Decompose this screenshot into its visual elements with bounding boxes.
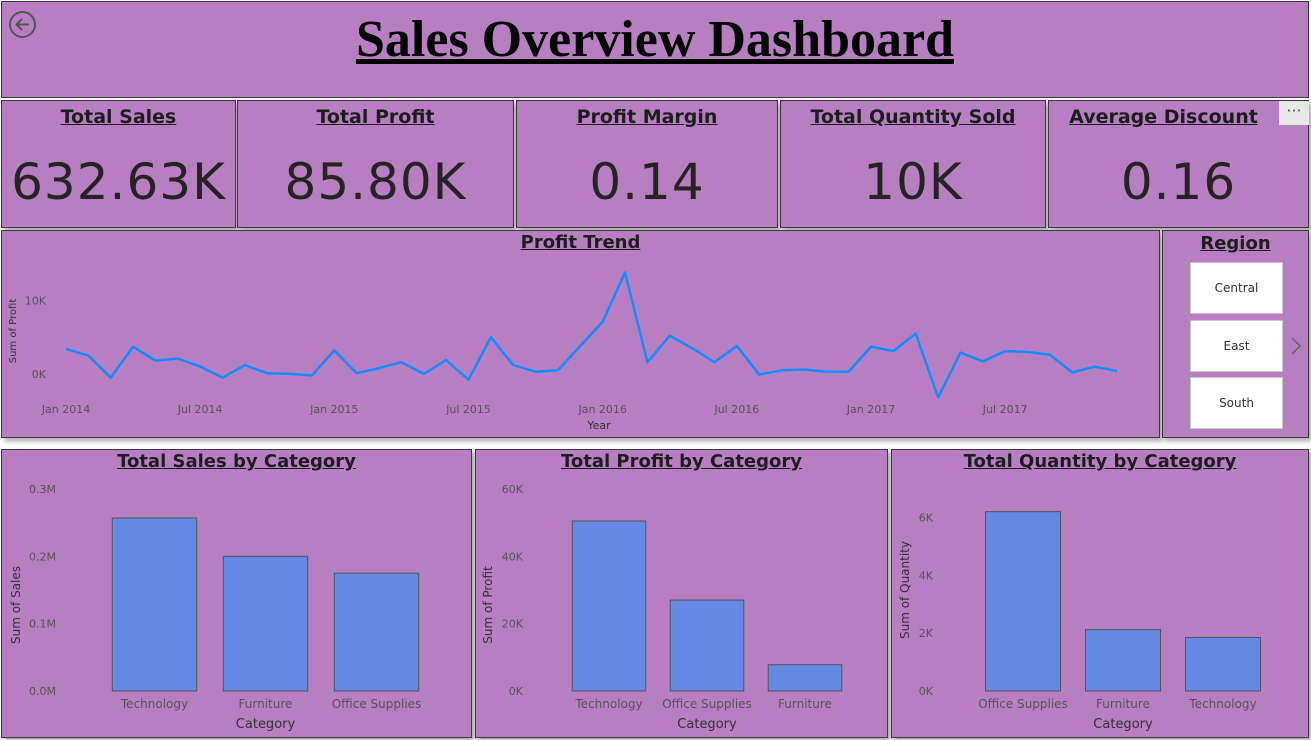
- bar: [985, 511, 1061, 692]
- bar: [333, 572, 420, 692]
- profit-trend-svg: 0K 10K Jan 2014 Jul 2014 Jan 2015 Jul 2015 Jan…: [8, 271, 1118, 432]
- profit-by-category-chart[interactable]: Total Profit by Category 0K 20K 40K 60K Sum …: [475, 449, 888, 738]
- kpi-title: Total Quantity Sold: [810, 106, 1016, 128]
- kpi-value: 10K: [863, 153, 963, 211]
- slicer-item-central[interactable]: Central: [1190, 262, 1283, 314]
- kpi-value: 632.63K: [11, 153, 226, 211]
- y-axis-label: Sum of Profit: [481, 566, 495, 644]
- x-tick-label: Furniture: [239, 697, 293, 711]
- y-tick-label: 4K: [919, 569, 934, 582]
- kpi-card-total-sales[interactable]: Total Sales 632.63K: [1, 100, 236, 228]
- quantity-by-category-chart[interactable]: Total Quantity by Category 0K 2K 4K 6K Sum o…: [891, 449, 1309, 738]
- x-tick-label: Technology: [120, 697, 188, 711]
- bar: [669, 599, 745, 692]
- x-axis-label: Category: [236, 717, 296, 732]
- y-axis-label: Sum of Quantity: [898, 541, 912, 639]
- y-tick-label: 0K: [32, 368, 47, 381]
- x-tick-label: Office Supplies: [662, 697, 752, 711]
- y-tick-label: 40K: [502, 550, 524, 563]
- x-tick-label: Jul 2016: [713, 403, 759, 416]
- sales-by-category-svg: 0.0M 0.1M 0.2M 0.3M Sum of Sales Technology Fu…: [9, 483, 422, 732]
- y-tick-label: 0.1M: [29, 618, 56, 631]
- x-tick-label: Jul 2014: [177, 403, 223, 416]
- y-tick-label: 0.0M: [29, 685, 56, 698]
- x-tick-label: Jan 2014: [41, 403, 90, 416]
- chevron-right-icon[interactable]: [1288, 336, 1304, 356]
- y-tick-label: 0.2M: [29, 550, 56, 563]
- page-title: Sales Overview Dashboard: [356, 11, 954, 68]
- y-tick-label: 60K: [502, 483, 524, 496]
- kpi-card-average-discount[interactable]: Average Discount 0.16: [1048, 100, 1309, 228]
- kpi-value: 0.16: [1120, 153, 1237, 211]
- x-tick-label: Jul 2017: [982, 403, 1028, 416]
- x-tick-label: Jul 2015: [445, 403, 491, 416]
- y-axis-label: Sum of Sales: [9, 566, 23, 644]
- x-tick-label: Furniture: [778, 697, 832, 711]
- x-tick-label: Jan 2017: [846, 403, 895, 416]
- kpi-card-profit-margin[interactable]: Profit Margin 0.14: [516, 100, 778, 228]
- quantity-by-category-svg: 0K 2K 4K 6K Sum of Quantity Office Supplies Fu…: [898, 511, 1261, 732]
- slicer-title: Region: [1200, 233, 1271, 254]
- slicer-item-south[interactable]: South: [1190, 377, 1283, 429]
- header-banner: Sales Overview Dashboard: [1, 1, 1309, 98]
- y-tick-label: 10K: [25, 294, 47, 307]
- slicer-item-east[interactable]: East: [1190, 320, 1283, 372]
- profit-trend-chart[interactable]: Profit Trend 0K 10K Jan 2014 Jul 2014 Jan 20…: [1, 230, 1160, 438]
- bar: [222, 555, 309, 692]
- bar: [1085, 629, 1161, 692]
- y-tick-label: 6K: [919, 511, 934, 524]
- x-axis-label: Year: [586, 419, 611, 432]
- y-tick-label: 0K: [509, 685, 524, 698]
- bar: [767, 664, 843, 692]
- y-tick-label: 0K: [919, 685, 934, 698]
- kpi-value: 0.14: [589, 153, 705, 211]
- x-tick-label: Office Supplies: [978, 697, 1068, 711]
- more-options-button[interactable]: ···: [1279, 101, 1309, 125]
- x-tick-label: Technology: [574, 697, 642, 711]
- kpi-card-total-profit[interactable]: Total Profit 85.80K: [237, 100, 514, 228]
- y-tick-label: 0.3M: [29, 483, 56, 496]
- profit-by-category-svg: 0K 20K 40K 60K Sum of Profit Technology Office…: [481, 483, 843, 732]
- kpi-title: Total Sales: [60, 106, 177, 128]
- x-tick-label: Jan 2016: [577, 403, 626, 416]
- x-tick-label: Furniture: [1096, 697, 1150, 711]
- kpi-value: 85.80K: [284, 153, 467, 211]
- x-axis-label: Category: [1093, 717, 1153, 732]
- bar: [1185, 636, 1261, 692]
- kpi-title: Profit Margin: [576, 106, 718, 128]
- bar: [571, 520, 647, 692]
- profit-trend-line: [65, 271, 1118, 399]
- bar: [111, 517, 198, 692]
- y-tick-label: 2K: [919, 627, 934, 640]
- kpi-card-total-quantity-sold[interactable]: Total Quantity Sold 10K: [780, 100, 1046, 228]
- kpi-title: Average Discount: [1069, 106, 1258, 128]
- kpi-title: Total Profit: [316, 106, 435, 128]
- x-tick-label: Jan 2015: [309, 403, 358, 416]
- x-axis-label: Category: [677, 717, 737, 732]
- x-tick-label: Office Supplies: [332, 697, 422, 711]
- x-tick-label: Technology: [1188, 697, 1256, 711]
- y-axis-label: Sum of Profit: [8, 299, 19, 364]
- y-tick-label: 20K: [502, 618, 524, 631]
- region-slicer: Region Central East South: [1162, 230, 1309, 438]
- sales-by-category-chart[interactable]: Total Sales by Category 0.0M 0.1M 0.2M 0.3M…: [1, 449, 472, 738]
